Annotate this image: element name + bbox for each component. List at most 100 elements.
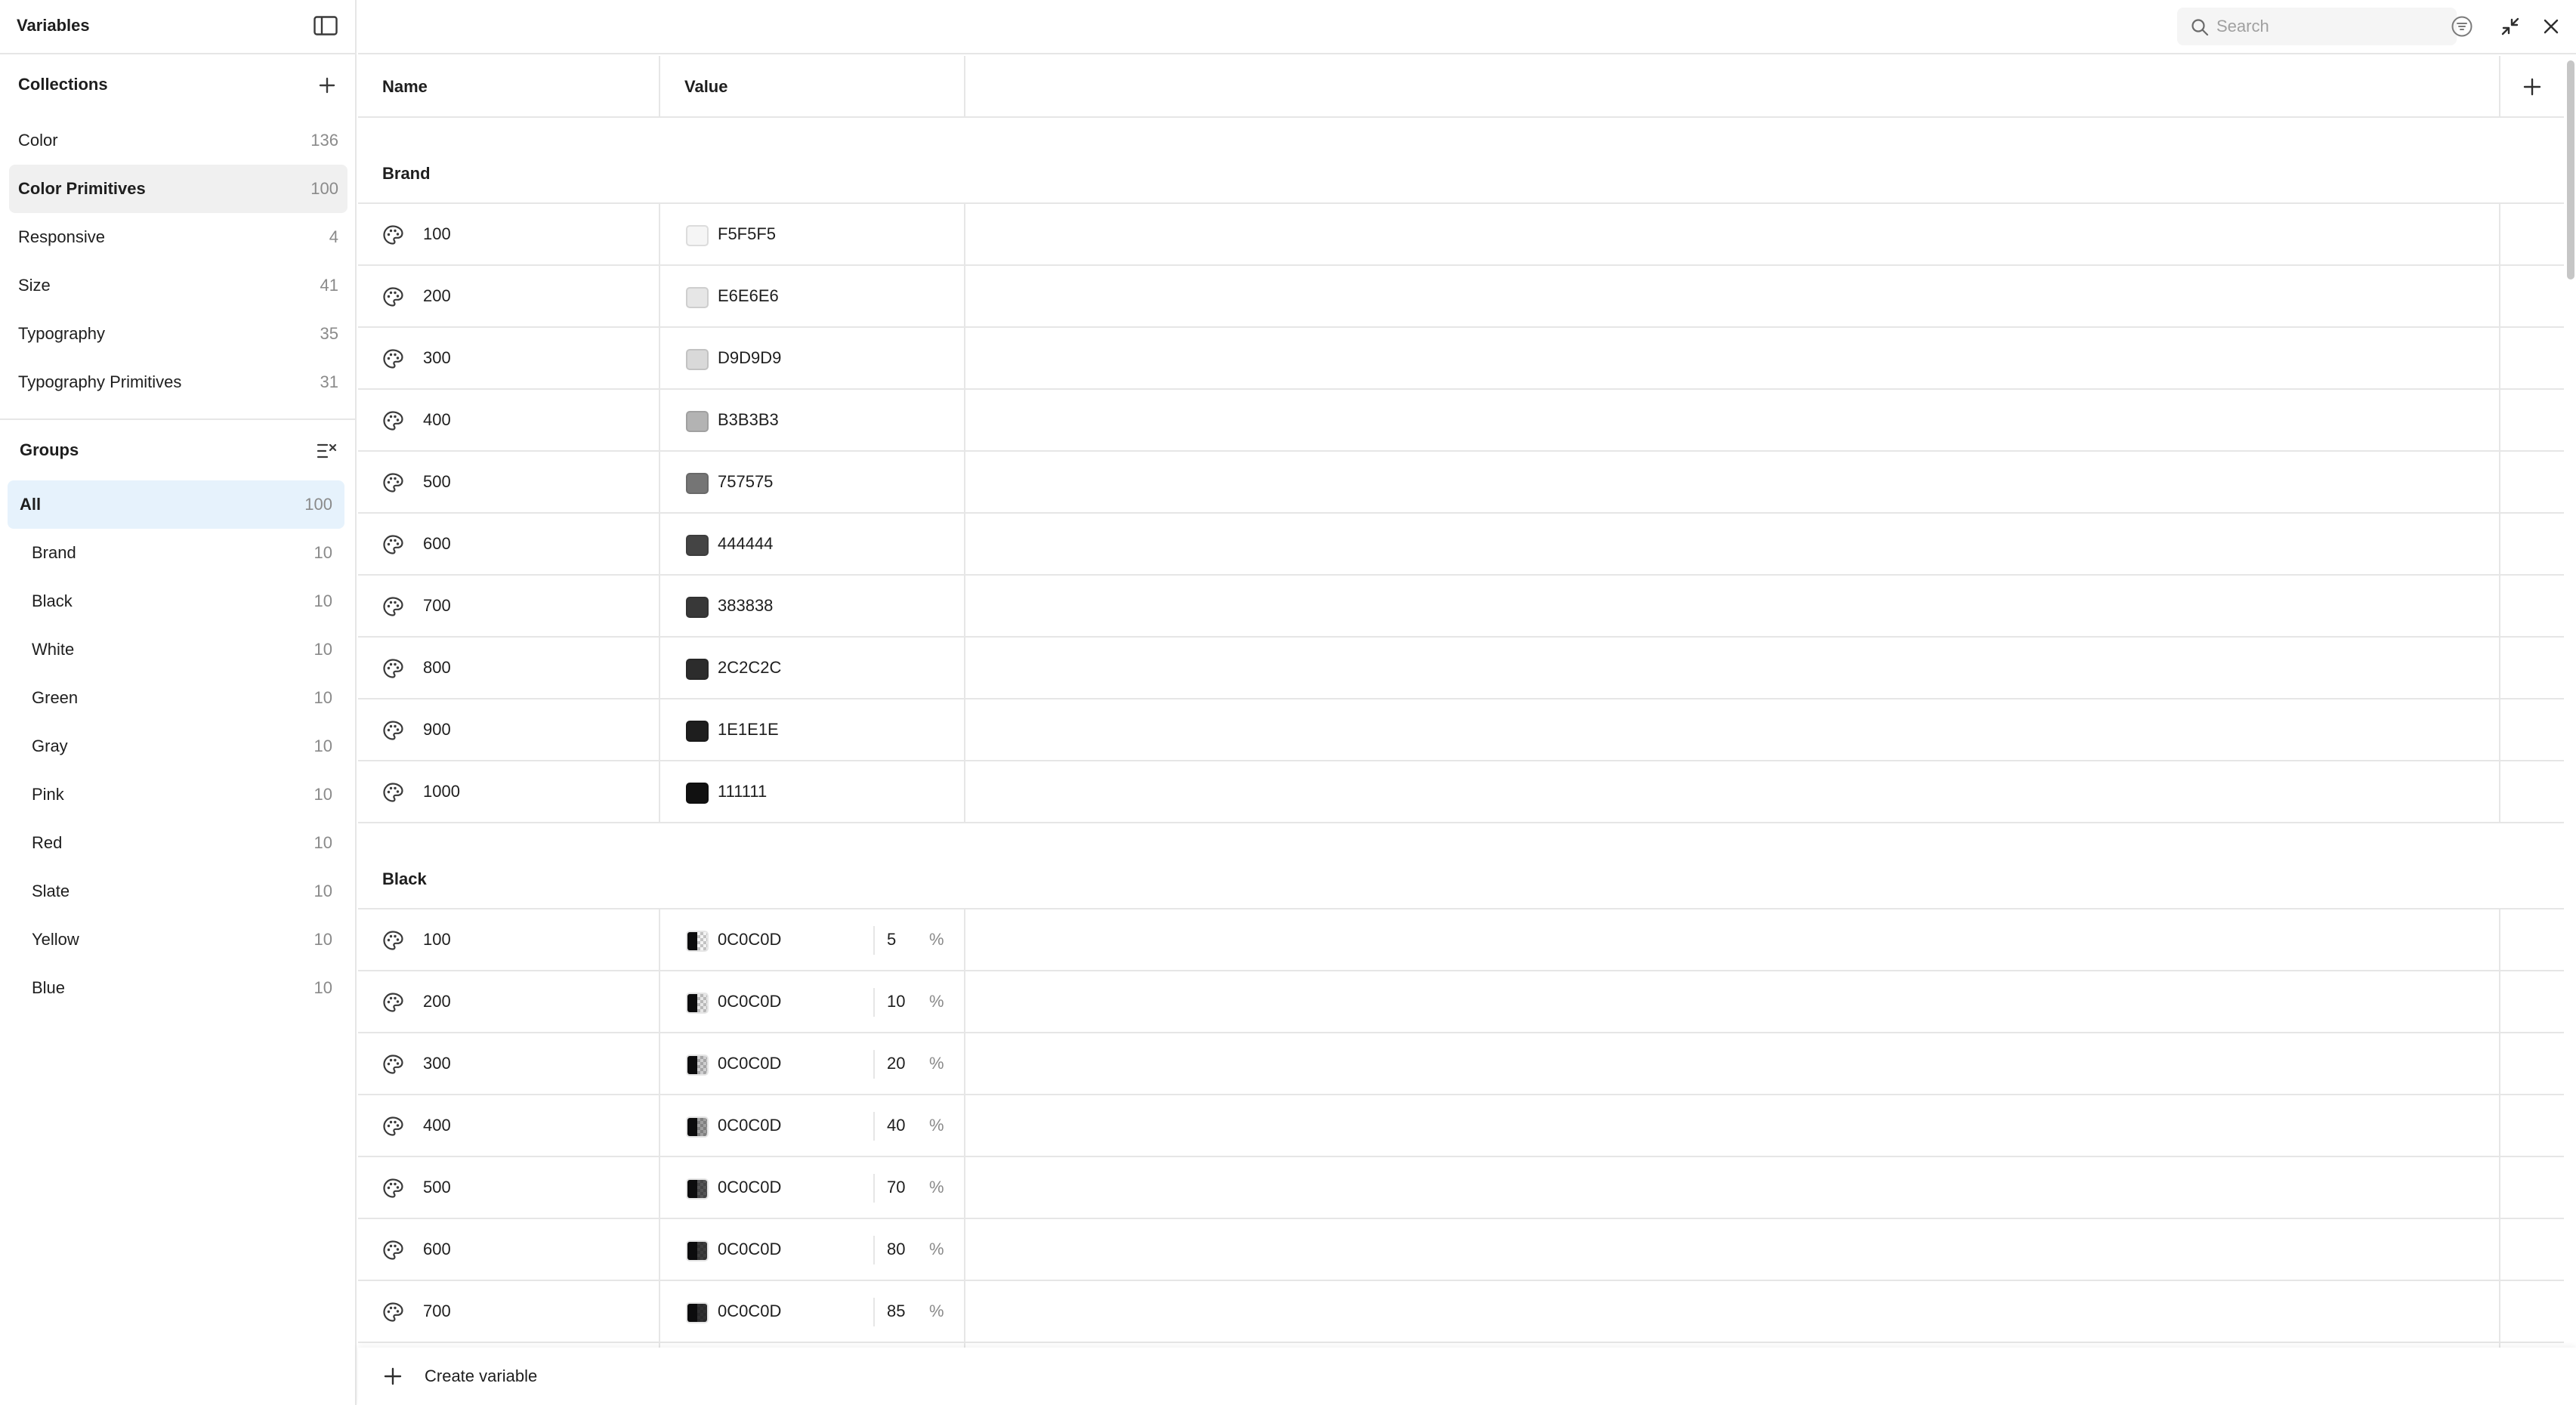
filter-icon[interactable] [2449, 14, 2475, 39]
add-collection-icon[interactable] [314, 73, 340, 98]
color-swatch[interactable] [686, 931, 709, 952]
variable-name-cell[interactable]: 500 [358, 1157, 660, 1218]
group-item[interactable]: Black 10 [8, 577, 344, 625]
color-swatch[interactable] [686, 993, 709, 1014]
variable-value-cell[interactable]: 0C0C0D 40% [660, 1095, 965, 1156]
create-variable-button[interactable]: Create variable [384, 1361, 537, 1391]
variable-row[interactable]: 900 1E1E1E [358, 699, 2564, 761]
variable-row[interactable]: 400 B3B3B3 [358, 390, 2564, 452]
group-item[interactable]: Brand 10 [8, 529, 344, 577]
variable-row[interactable]: 600 444444 [358, 514, 2564, 576]
variable-row[interactable]: 700 0C0C0D 85% [358, 1281, 2564, 1343]
variable-value-cell[interactable]: 444444 [660, 514, 965, 574]
variable-row[interactable]: 300 D9D9D9 [358, 328, 2564, 390]
variable-name-cell[interactable]: 600 [358, 514, 660, 574]
group-item[interactable]: Pink 10 [8, 770, 344, 819]
variable-row[interactable]: 500 0C0C0D 70% [358, 1157, 2564, 1219]
color-swatch[interactable] [686, 1116, 709, 1138]
color-swatch[interactable] [686, 721, 709, 742]
color-swatch[interactable] [686, 597, 709, 618]
group-item[interactable]: Green 10 [8, 674, 344, 722]
color-swatch[interactable] [686, 659, 709, 680]
color-swatch[interactable] [686, 535, 709, 556]
variable-name-cell[interactable]: 500 [358, 452, 660, 512]
color-swatch[interactable] [686, 411, 709, 432]
sort-groups-icon[interactable] [314, 438, 340, 464]
variable-value-cell[interactable]: B3B3B3 [660, 390, 965, 450]
collection-item[interactable]: Color Primitives 100 [9, 165, 347, 213]
color-swatch[interactable] [686, 287, 709, 308]
variable-name-cell[interactable]: 600 [358, 1219, 660, 1280]
variable-row[interactable]: 800 2C2C2C [358, 638, 2564, 699]
color-swatch[interactable] [686, 473, 709, 494]
variable-value-cell[interactable]: 383838 [660, 576, 965, 636]
variable-value-cell[interactable]: 0C0C0D 10% [660, 971, 965, 1032]
opacity-value[interactable]: 80 [887, 1239, 917, 1260]
variable-name-cell[interactable]: 300 [358, 328, 660, 388]
group-item[interactable]: Gray 10 [8, 722, 344, 770]
variable-row[interactable]: 200 E6E6E6 [358, 266, 2564, 328]
variable-value-cell[interactable]: D9D9D9 [660, 328, 965, 388]
variable-row[interactable]: 500 757575 [358, 452, 2564, 514]
collapse-icon[interactable] [2497, 14, 2523, 39]
collection-item[interactable]: Typography 35 [9, 310, 347, 358]
variable-value-cell[interactable]: 0C0C0D 80% [660, 1219, 965, 1280]
variable-name-cell[interactable]: 700 [358, 1281, 660, 1342]
variable-row[interactable]: 100 F5F5F5 [358, 204, 2564, 266]
variable-value-cell[interactable]: 0C0C0D 20% [660, 1033, 965, 1094]
color-swatch[interactable] [686, 1302, 709, 1323]
collection-item[interactable]: Color 136 [9, 116, 347, 165]
opacity-value[interactable]: 40 [887, 1115, 917, 1136]
group-item[interactable]: White 10 [8, 625, 344, 674]
variable-name-cell[interactable]: 1000 [358, 761, 660, 822]
variable-value-cell[interactable]: 0C0C0D 5% [660, 909, 965, 970]
opacity-value[interactable]: 85 [887, 1301, 917, 1322]
scrollbar-thumb[interactable] [2567, 60, 2574, 279]
variable-value-cell[interactable]: 2C2C2C [660, 638, 965, 698]
variable-name-cell[interactable]: 900 [358, 699, 660, 760]
variable-row[interactable]: 700 383838 [358, 576, 2564, 638]
scrollbar[interactable] [2564, 56, 2576, 1348]
group-item[interactable]: Red 10 [8, 819, 344, 867]
variable-name-cell[interactable]: 100 [358, 909, 660, 970]
variable-row[interactable]: 1000 111111 [358, 761, 2564, 823]
opacity-value[interactable]: 5 [887, 929, 917, 950]
sidebar-toggle-icon[interactable] [313, 15, 338, 36]
search-box[interactable] [2177, 8, 2457, 45]
opacity-value[interactable]: 10 [887, 991, 917, 1012]
variable-name-cell[interactable]: 300 [358, 1033, 660, 1094]
opacity-value[interactable]: 70 [887, 1177, 917, 1198]
variable-row[interactable]: 300 0C0C0D 20% [358, 1033, 2564, 1095]
variable-name-cell[interactable]: 700 [358, 576, 660, 636]
variable-name-cell[interactable]: 100 [358, 204, 660, 264]
variable-name-cell[interactable]: 800 [358, 638, 660, 698]
variable-value-cell[interactable]: 757575 [660, 452, 965, 512]
color-swatch[interactable] [686, 1178, 709, 1200]
variable-row[interactable]: 600 0C0C0D 80% [358, 1219, 2564, 1281]
variable-row[interactable]: 200 0C0C0D 10% [358, 971, 2564, 1033]
collection-item[interactable]: Responsive 4 [9, 213, 347, 261]
variable-value-cell[interactable]: F5F5F5 [660, 204, 965, 264]
group-item[interactable]: All 100 [8, 480, 344, 529]
group-item[interactable]: Blue 10 [8, 964, 344, 1012]
variable-value-cell[interactable]: 0C0C0D 85% [660, 1281, 965, 1342]
variable-value-cell[interactable]: E6E6E6 [660, 266, 965, 326]
group-item[interactable]: Yellow 10 [8, 916, 344, 964]
variable-name-cell[interactable]: 400 [358, 390, 660, 450]
variable-value-cell[interactable]: 111111 [660, 761, 965, 822]
opacity-value[interactable]: 20 [887, 1053, 917, 1074]
color-swatch[interactable] [686, 225, 709, 246]
collection-item[interactable]: Size 41 [9, 261, 347, 310]
search-input[interactable] [2216, 14, 2413, 39]
variable-name-cell[interactable]: 400 [358, 1095, 660, 1156]
variable-value-cell[interactable]: 1E1E1E [660, 699, 965, 760]
variable-value-cell[interactable]: 0C0C0D 70% [660, 1157, 965, 1218]
group-item[interactable]: Slate 10 [8, 867, 344, 916]
close-icon[interactable] [2538, 14, 2564, 39]
add-mode-icon[interactable] [2499, 56, 2564, 118]
collection-item[interactable]: Typography Primitives 31 [9, 358, 347, 406]
variable-name-cell[interactable]: 200 [358, 266, 660, 326]
color-swatch[interactable] [686, 349, 709, 370]
color-swatch[interactable] [686, 783, 709, 804]
variable-name-cell[interactable]: 200 [358, 971, 660, 1032]
